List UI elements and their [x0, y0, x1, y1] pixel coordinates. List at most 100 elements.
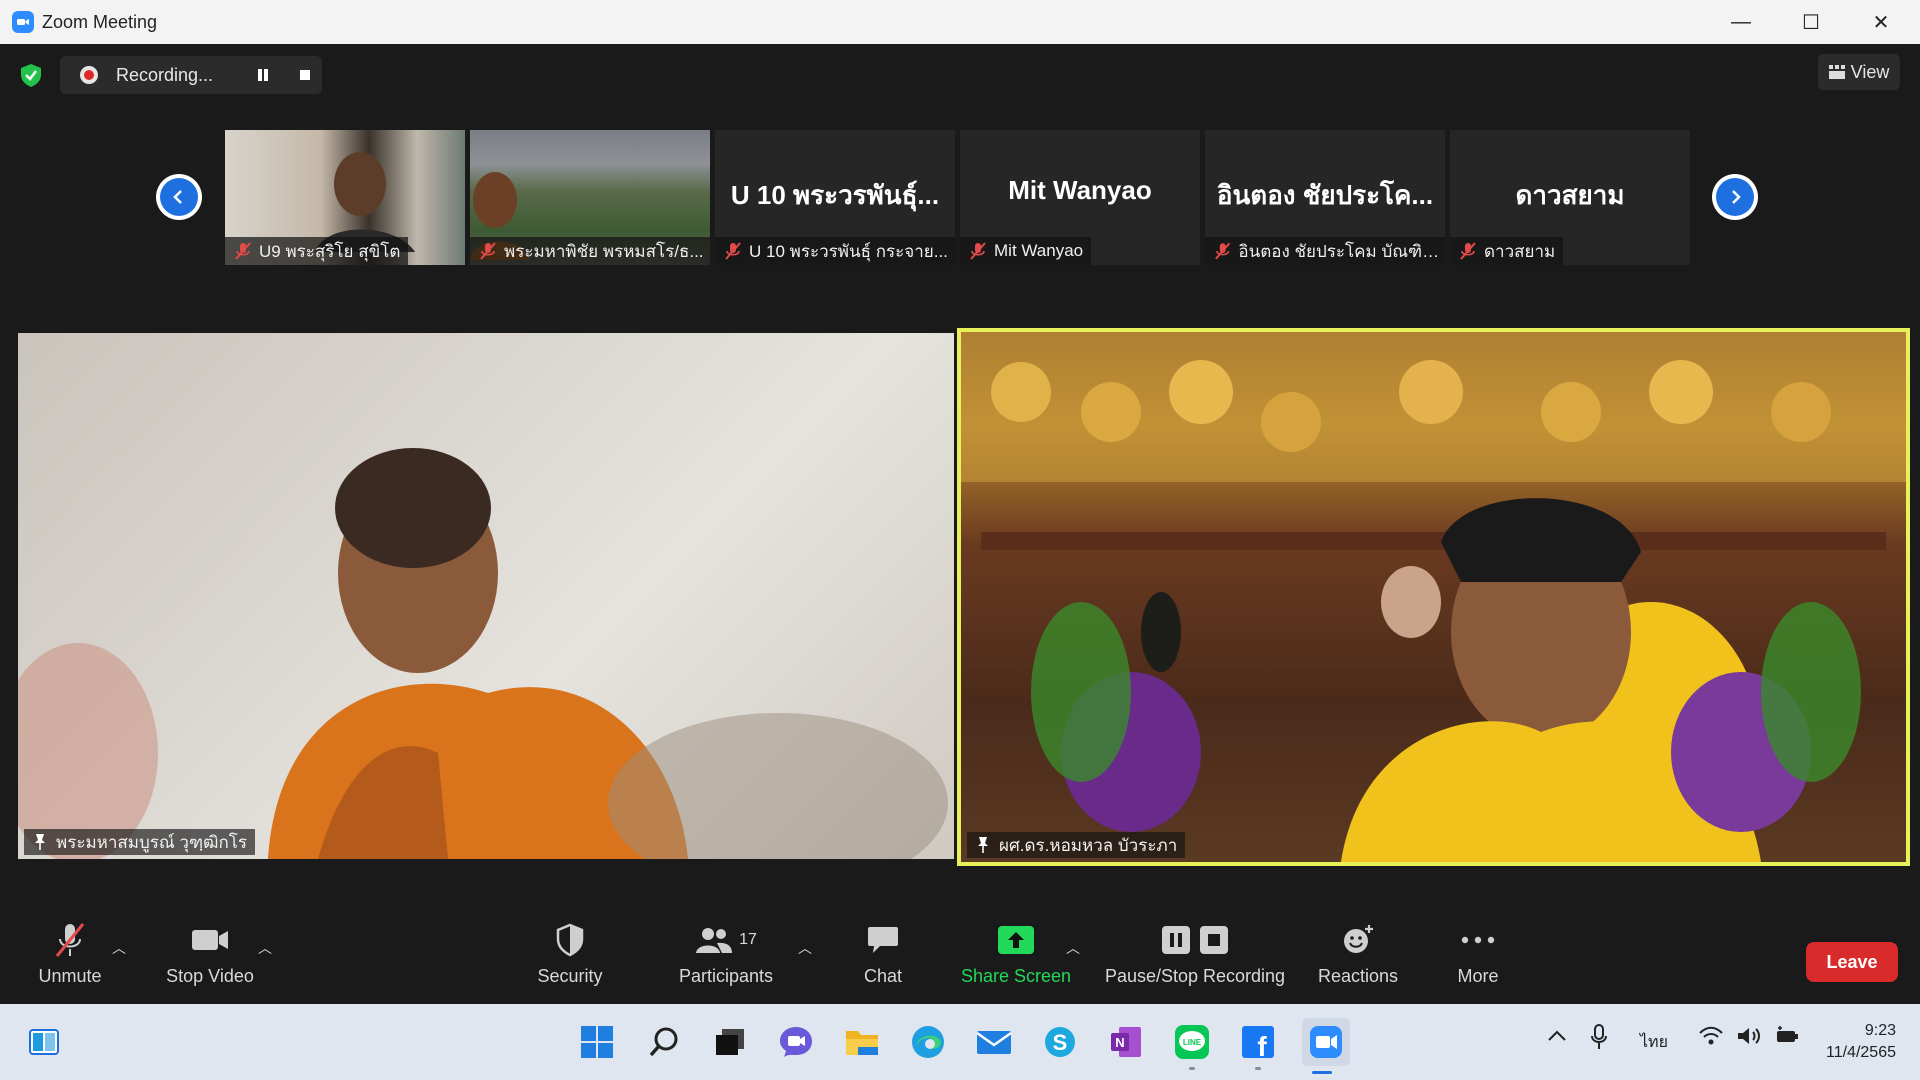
- grid-view-icon: [1828, 65, 1845, 79]
- leave-button[interactable]: Leave: [1806, 942, 1898, 982]
- mail-button[interactable]: [974, 1022, 1014, 1062]
- participants-label: Participants: [678, 966, 774, 986]
- stop-video-button[interactable]: Stop Video: [160, 920, 260, 987]
- widgets-button[interactable]: [24, 1022, 64, 1062]
- battery-icon: [1777, 1026, 1798, 1042]
- skype-icon: S: [1045, 1027, 1075, 1057]
- participants-button[interactable]: 17 Participants: [676, 920, 776, 987]
- security-button[interactable]: Security: [530, 920, 610, 987]
- main-video-left[interactable]: พระมหาสมบูรณ์ วุฑฺฒิกโร: [18, 333, 954, 859]
- recording-dot-icon: [80, 66, 98, 84]
- thumbnail-namebar: U 10 พระวรพันธุ์ กระจาย...: [715, 237, 955, 265]
- video-name: ผศ.ดร.หอมหวล บัวระภา: [999, 835, 1178, 855]
- window-title: Zoom Meeting: [42, 11, 158, 32]
- encryption-shield-icon[interactable]: [18, 62, 44, 88]
- thumbnail-name: พระมหาพิชัย พรหมสโร/ธ...: [504, 241, 704, 261]
- video-name: พระมหาสมบูรณ์ วุฑฺฒิกโร: [56, 832, 247, 852]
- minimize-button[interactable]: —: [1706, 0, 1776, 44]
- task-view-icon: [716, 1029, 744, 1055]
- show-hidden-icons-button[interactable]: [1546, 1028, 1568, 1047]
- filmstrip-prev-button[interactable]: [156, 174, 202, 220]
- system-clock[interactable]: 9:23 11/4/2565: [1826, 1020, 1896, 1064]
- video-options-caret[interactable]: ︿: [258, 938, 272, 958]
- share-screen-button[interactable]: Share Screen: [957, 920, 1075, 987]
- pause-recording-button[interactable]: [248, 60, 278, 90]
- more-button[interactable]: More: [1438, 920, 1518, 987]
- onenote-button[interactable]: N: [1106, 1022, 1146, 1062]
- wifi-icon: [1699, 1026, 1723, 1045]
- search-button[interactable]: [644, 1022, 684, 1062]
- window-titlebar: Zoom Meeting — ☐ ✕: [0, 0, 1920, 44]
- share-options-caret[interactable]: ︿: [1066, 938, 1080, 958]
- thumbnail-name: Mit Wanyao: [994, 241, 1084, 260]
- share-screen-icon: [998, 926, 1034, 954]
- microphone-tray-button[interactable]: [1590, 1024, 1608, 1055]
- chat-button[interactable]: Chat: [843, 920, 923, 987]
- chevron-right-icon: [1732, 190, 1741, 204]
- edge-browser-icon: [912, 1026, 944, 1058]
- view-button[interactable]: View: [1818, 54, 1900, 90]
- participant-thumbnail[interactable]: อินตอง ชัยประโค... อินตอง ชัยประโคม บัณฑ…: [1205, 130, 1445, 265]
- recording-indicator: Recording...: [60, 56, 322, 94]
- stop-icon: [300, 70, 310, 80]
- edge-browser-button[interactable]: [908, 1022, 948, 1062]
- stop-recording-button[interactable]: [290, 60, 320, 90]
- unmute-label: Unmute: [38, 966, 102, 986]
- task-view-button[interactable]: [710, 1022, 750, 1062]
- audio-options-caret[interactable]: ︿: [112, 938, 126, 958]
- participant-thumbnail[interactable]: U9 พระสุริโย สุขิโต: [225, 130, 465, 265]
- svg-text:LINE: LINE: [1183, 1038, 1202, 1047]
- reactions-button[interactable]: Reactions: [1312, 920, 1404, 987]
- pin-icon: [978, 837, 988, 853]
- teams-chat-icon: [780, 1027, 812, 1057]
- line-app-button[interactable]: LINE: [1172, 1022, 1212, 1070]
- start-button[interactable]: [577, 1022, 617, 1062]
- thumbnail-big-name: อินตอง ชัยประโค...: [1216, 180, 1434, 210]
- video-namebar: พระมหาสมบูรณ์ วุฑฺฒิกโร: [24, 829, 255, 855]
- main-video-right-active-speaker[interactable]: ผศ.ดร.หอมหวล บัวระภา: [957, 328, 1910, 866]
- volume-tray-button[interactable]: [1736, 1026, 1762, 1051]
- muted-mic-icon: [55, 923, 85, 957]
- thumbnail-namebar: ดาวสยาม: [1450, 237, 1564, 265]
- facebook-button[interactable]: f: [1238, 1022, 1278, 1070]
- participant-thumbnail[interactable]: Mit Wanyao Mit Wanyao: [960, 130, 1200, 265]
- thumbnail-name: ดาวสยาม: [1484, 241, 1556, 261]
- thumbnail-namebar: พระมหาพิชัย พรหมสโร/ธ...: [470, 237, 710, 265]
- meeting-toolbar: Unmute ︿ Stop Video ︿ Security 17 Partic…: [0, 880, 1920, 1004]
- pause-stop-recording-button[interactable]: Pause/Stop Recording: [1100, 920, 1290, 987]
- zoom-app-icon: [1310, 1026, 1342, 1058]
- thumbnail-name: อินตอง ชัยประโคม บัณฑิต...: [1238, 241, 1441, 261]
- chat-icon: [868, 927, 898, 953]
- muted-mic-icon: [970, 242, 986, 260]
- thumbnail-name: U9 พระสุริโย สุขิโต: [259, 241, 401, 261]
- file-explorer-button[interactable]: [842, 1022, 882, 1062]
- muted-mic-icon: [1215, 242, 1231, 260]
- muted-mic-icon: [725, 242, 741, 260]
- battery-tray-button[interactable]: [1774, 1026, 1800, 1051]
- muted-mic-icon: [235, 242, 251, 260]
- participant-thumbnail[interactable]: ดาวสยาม ดาวสยาม: [1450, 130, 1690, 265]
- skype-button[interactable]: S: [1040, 1022, 1080, 1062]
- participants-count: 17: [739, 931, 757, 948]
- search-icon: [649, 1027, 678, 1057]
- wifi-tray-button[interactable]: [1698, 1026, 1724, 1051]
- close-button[interactable]: ✕: [1846, 0, 1916, 44]
- thumbnail-namebar: อินตอง ชัยประโคม บัณฑิต...: [1205, 237, 1445, 265]
- reactions-label: Reactions: [1317, 966, 1399, 986]
- input-language-indicator[interactable]: ไทย: [1640, 1030, 1668, 1055]
- teams-chat-button[interactable]: [776, 1022, 816, 1062]
- onenote-icon: N: [1111, 1027, 1141, 1057]
- zoom-taskbar-button[interactable]: [1302, 1018, 1350, 1074]
- chevron-left-icon: [173, 190, 182, 204]
- participants-options-caret[interactable]: ︿: [798, 938, 812, 958]
- participant-thumbnail[interactable]: พระมหาพิชัย พรหมสโร/ธ...: [470, 130, 710, 265]
- maximize-button[interactable]: ☐: [1776, 0, 1846, 44]
- thumbnail-big-name: U 10 พระวรพันธุ์...: [730, 180, 940, 210]
- svg-text:N: N: [1115, 1035, 1124, 1050]
- participant-thumbnail[interactable]: U 10 พระวรพันธุ์... U 10 พระวรพันธุ์ กระ…: [715, 130, 955, 265]
- filmstrip-next-button[interactable]: [1712, 174, 1758, 220]
- muted-mic-icon: [480, 242, 496, 260]
- unmute-button[interactable]: Unmute: [30, 920, 110, 987]
- participants-icon: [696, 928, 733, 953]
- stop-icon: [1200, 926, 1228, 954]
